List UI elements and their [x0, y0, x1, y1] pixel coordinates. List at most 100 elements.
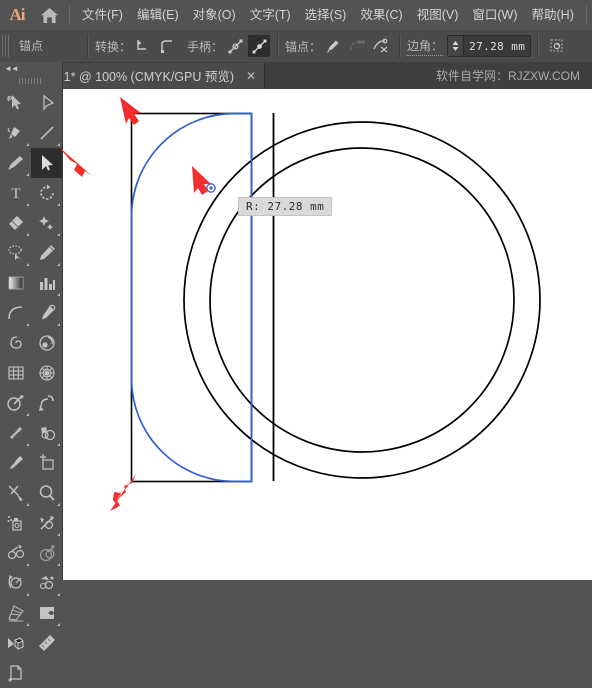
tool-arc-icon[interactable]: [0, 298, 31, 328]
tool-symbol-sprayer-icon[interactable]: [0, 508, 31, 538]
tool-rectangular-grid-icon[interactable]: [0, 358, 31, 388]
cut-path-icon[interactable]: [370, 35, 392, 57]
tool-artboard-icon[interactable]: [31, 448, 62, 478]
inner-circle-path[interactable]: [209, 147, 515, 453]
rectangle-path[interactable]: [130, 112, 253, 483]
menu-bar: Ai 文件(F) 编辑(E) 对象(O) 文字(T) 选择(S) 效果(C) 视…: [0, 0, 592, 30]
control-bar-title: 锚点: [19, 39, 44, 53]
rounded-rectangle-path[interactable]: [130, 112, 253, 483]
tool-live-paint-icon[interactable]: [31, 418, 62, 448]
convert-label: 转换：: [95, 39, 132, 54]
home-icon[interactable]: [34, 0, 64, 30]
tool-eraser-icon[interactable]: [0, 208, 31, 238]
tool-measure-icon[interactable]: [31, 628, 62, 658]
control-divider-4: [537, 34, 540, 58]
tool-flyout-indicator: [26, 203, 29, 206]
tool-flyout-indicator: [26, 623, 29, 626]
tool-column-graph-icon[interactable]: [31, 268, 62, 298]
artwork-svg: [130, 112, 541, 483]
tool-flyout-indicator: [26, 503, 29, 506]
control-divider-1: [87, 34, 89, 58]
remove-anchor-icon[interactable]: [322, 35, 344, 57]
tool-reshape-icon[interactable]: [0, 568, 31, 598]
tool-flyout-indicator: [57, 503, 60, 506]
tool-line-segment-icon[interactable]: [31, 118, 62, 148]
tool-flyout-indicator: [57, 323, 60, 326]
menu-file[interactable]: 文件(F): [75, 0, 130, 30]
show-handles-icon[interactable]: [224, 35, 246, 57]
tool-flyout-indicator: [26, 173, 29, 176]
tool-puppet-warp-icon[interactable]: [31, 568, 62, 598]
tool-gradient-icon[interactable]: [0, 268, 31, 298]
tool-flyout-indicator: [57, 593, 60, 596]
tool-flyout-indicator: [57, 233, 60, 236]
convert-to-smooth-icon[interactable]: [156, 35, 178, 57]
tool-flyout-indicator: [26, 443, 29, 446]
outer-circle-path[interactable]: [183, 121, 541, 479]
anchor-label: 锚点：: [285, 39, 322, 54]
tool-perspective-grid-icon[interactable]: [0, 598, 31, 628]
document-tab-bar: 未标题-1* @ 100% (CMYK/GPU 预览) ✕ 软件自学网：RJZX…: [0, 62, 592, 90]
tool-rotate-icon[interactable]: [31, 178, 62, 208]
tool-zoom-icon[interactable]: [31, 478, 62, 508]
tool-selection-icon[interactable]: [0, 88, 31, 118]
menu-effect[interactable]: 效果(C): [353, 0, 409, 30]
tool-knife-icon[interactable]: [0, 448, 31, 478]
tool-flyout-indicator: [57, 293, 60, 296]
selected-anchor-point[interactable]: [206, 183, 216, 193]
tool-3d-extrude-icon[interactable]: [0, 628, 31, 658]
tool-spiral-icon[interactable]: [0, 328, 31, 358]
close-icon[interactable]: ✕: [246, 69, 256, 83]
tool-free-transform-icon[interactable]: [31, 508, 62, 538]
menu-object[interactable]: 对象(O): [186, 0, 243, 30]
tool-pen-icon[interactable]: [0, 118, 31, 148]
convert-to-corner-icon[interactable]: [132, 35, 154, 57]
tool-width-icon[interactable]: [0, 418, 31, 448]
menu-view[interactable]: 视图(V): [410, 0, 466, 30]
stepper-updown-icon[interactable]: [448, 36, 465, 56]
hide-handles-icon[interactable]: [248, 35, 271, 57]
tool-flyout-indicator: [26, 563, 29, 566]
tool-anchor-point-icon[interactable]: [31, 148, 62, 178]
tool-paintbrush-icon[interactable]: [0, 148, 31, 178]
tool-direct-selection-icon[interactable]: [31, 88, 62, 118]
menu-divider-end: [585, 6, 587, 24]
tool-flyout-indicator: [57, 623, 60, 626]
menu-item-list: 文件(F) 编辑(E) 对象(O) 文字(T) 选择(S) 效果(C) 视图(V…: [75, 0, 581, 30]
tool-gradient-mesh-icon[interactable]: [31, 598, 62, 628]
svg-text:T: T: [11, 186, 20, 202]
tool-shape-builder-icon[interactable]: [0, 388, 31, 418]
tool-flyout-indicator: [57, 143, 60, 146]
tool-curvature-icon[interactable]: [31, 388, 62, 418]
control-divider-2: [277, 34, 280, 58]
tool-eyedropper-icon[interactable]: [31, 298, 62, 328]
tool-blend-icon[interactable]: [0, 538, 31, 568]
tool-blob-brush-icon[interactable]: [31, 328, 62, 358]
tools-panel-grip[interactable]: [19, 78, 43, 84]
artboard-canvas[interactable]: R: 27.28 mm: [62, 89, 592, 580]
tools-grid: T: [0, 88, 62, 688]
tool-scale-icon[interactable]: [31, 538, 62, 568]
tool-lasso-icon[interactable]: [0, 238, 31, 268]
tool-polar-grid-icon[interactable]: [31, 358, 62, 388]
tool-pencil-icon[interactable]: [31, 238, 62, 268]
collapse-panel-icon[interactable]: ◄◄: [4, 64, 19, 73]
corner-radius-field[interactable]: 27.28 mm: [447, 35, 532, 57]
control-divider-3: [399, 34, 402, 58]
menu-help[interactable]: 帮助(H): [525, 0, 581, 30]
tool-type-icon[interactable]: T: [0, 178, 31, 208]
tools-panel: ◄◄ T: [0, 62, 63, 682]
control-bar-grip[interactable]: [2, 35, 11, 57]
tool-scissors-icon[interactable]: [0, 478, 31, 508]
menu-window[interactable]: 窗口(W): [465, 0, 524, 30]
menu-edit[interactable]: 编辑(E): [130, 0, 186, 30]
tool-flyout-indicator: [26, 233, 29, 236]
menu-select[interactable]: 选择(S): [298, 0, 354, 30]
tool-artboard-new-icon[interactable]: [0, 658, 31, 688]
tool-flyout-indicator: [57, 563, 60, 566]
menu-type[interactable]: 文字(T): [243, 0, 298, 30]
tool-flyout-indicator: [26, 323, 29, 326]
transform-each-icon[interactable]: [546, 35, 568, 57]
connect-anchor-icon: [346, 35, 368, 57]
tool-magic-wand-icon[interactable]: [31, 208, 62, 238]
